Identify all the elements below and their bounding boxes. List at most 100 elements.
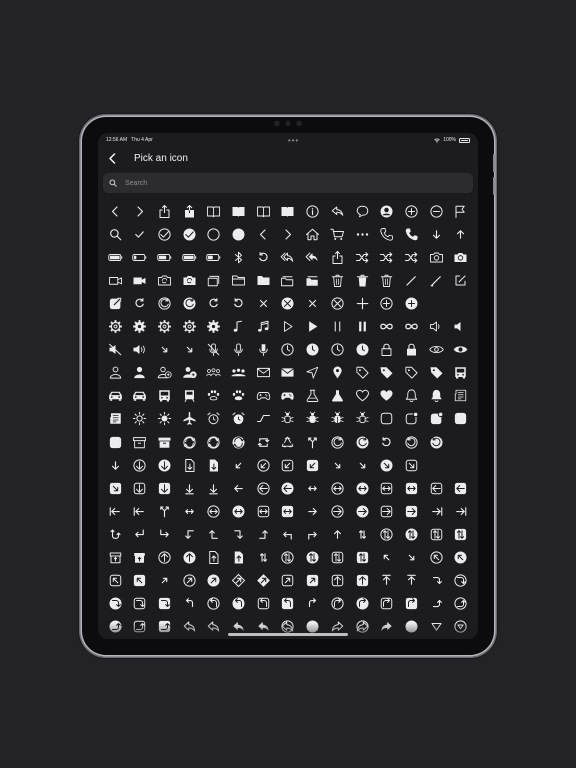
pencil-square-filled-icon[interactable] bbox=[106, 294, 124, 312]
book-filled-icon[interactable] bbox=[230, 202, 248, 220]
arrow-up-square-icon[interactable] bbox=[328, 572, 346, 590]
arrowshape-turn-up-right-filled-icon[interactable] bbox=[378, 618, 396, 636]
lock-filled-icon[interactable] bbox=[402, 341, 420, 359]
arrow-2-circlepath-icon[interactable] bbox=[180, 433, 198, 451]
ant-filled-icon[interactable] bbox=[304, 410, 322, 428]
camera-icon[interactable] bbox=[427, 248, 445, 266]
envelope-filled-icon[interactable] bbox=[279, 364, 297, 382]
arrow-merge-icon[interactable] bbox=[155, 502, 173, 520]
video-icon[interactable] bbox=[106, 271, 124, 289]
arrow-uturn-right-square-icon[interactable] bbox=[378, 595, 396, 613]
arrow-down-right-square-icon[interactable] bbox=[402, 456, 420, 474]
arrow-up-icon[interactable] bbox=[328, 525, 346, 543]
arrowshape-turn-up-left-icon[interactable] bbox=[180, 618, 198, 636]
battery-50-icon[interactable] bbox=[205, 248, 223, 266]
car-icon[interactable] bbox=[106, 387, 124, 405]
gear-filled-icon[interactable] bbox=[131, 318, 149, 336]
arrow-up-down-circle-filled-icon[interactable] bbox=[304, 549, 322, 567]
battery-100-filled-icon[interactable] bbox=[180, 248, 198, 266]
infinity-icon[interactable] bbox=[402, 318, 420, 336]
pencil-line-icon[interactable] bbox=[427, 271, 445, 289]
arrow-up-square-filled-icon[interactable] bbox=[353, 572, 371, 590]
speaker-wave-icon[interactable] bbox=[131, 341, 149, 359]
bus-filled-icon[interactable] bbox=[155, 387, 173, 405]
arrow-uturn-right-circle-icon[interactable] bbox=[328, 595, 346, 613]
arrow-uturn-up-circle-icon[interactable] bbox=[452, 595, 470, 613]
person-3-icon[interactable] bbox=[205, 364, 223, 382]
arrow-clockwise-icon[interactable] bbox=[205, 294, 223, 312]
mic-icon[interactable] bbox=[230, 341, 248, 359]
arrowshape-turn-up-right-circle-filled-icon[interactable] bbox=[402, 618, 420, 636]
arrow-uturn-left-circle-filled-icon[interactable] bbox=[230, 595, 248, 613]
pause-icon[interactable] bbox=[328, 318, 346, 336]
back-button[interactable] bbox=[104, 150, 120, 166]
trash-icon[interactable] bbox=[328, 271, 346, 289]
newspaper-filled-icon[interactable] bbox=[106, 410, 124, 428]
arrow-clockwise-circle-filled-icon[interactable] bbox=[180, 294, 198, 312]
square-stack-icon[interactable] bbox=[205, 271, 223, 289]
arrow-up-arrow-down-square-icon[interactable] bbox=[427, 525, 445, 543]
shuffle-icon[interactable] bbox=[402, 248, 420, 266]
arrow-2-circlepath-circle-filled-icon[interactable] bbox=[230, 433, 248, 451]
camera-rotate-filled-icon[interactable] bbox=[180, 271, 198, 289]
arrow-up-arrow-down-square-filled-icon[interactable] bbox=[452, 525, 470, 543]
book-icon[interactable] bbox=[205, 202, 223, 220]
arrow-turn-down-right-icon[interactable] bbox=[155, 525, 173, 543]
recycle-icon[interactable] bbox=[279, 433, 297, 451]
app-badge-icon[interactable] bbox=[402, 410, 420, 428]
archive-icon[interactable] bbox=[131, 433, 149, 451]
infinity-icon[interactable] bbox=[378, 318, 396, 336]
arrow-down-circle-icon[interactable] bbox=[131, 456, 149, 474]
arrow-uturn-right-icon[interactable] bbox=[304, 595, 322, 613]
arrow-up-to-line-alt-icon[interactable] bbox=[402, 572, 420, 590]
arrow-up-bin-filled-icon[interactable] bbox=[131, 549, 149, 567]
gearshape-2-icon[interactable] bbox=[180, 318, 198, 336]
arrow-up-left-circle-icon[interactable] bbox=[427, 549, 445, 567]
arrow-up-down-circle-icon[interactable] bbox=[279, 549, 297, 567]
arrow-down-to-line-alt-icon[interactable] bbox=[205, 479, 223, 497]
arrow-left-right-square-icon[interactable] bbox=[378, 479, 396, 497]
circle-filled-icon[interactable] bbox=[230, 225, 248, 243]
arrow-counterclockwise-icon[interactable] bbox=[378, 433, 396, 451]
mic-filled-icon[interactable] bbox=[254, 341, 272, 359]
waveform-icon[interactable] bbox=[254, 410, 272, 428]
checkmark-circle-filled-icon[interactable] bbox=[180, 225, 198, 243]
paw-filled-icon[interactable] bbox=[230, 387, 248, 405]
arrow-left-circle-filled-icon[interactable] bbox=[279, 479, 297, 497]
arrow-up-down-square-icon[interactable] bbox=[328, 549, 346, 567]
arrow-turn-left-down-icon[interactable] bbox=[180, 525, 198, 543]
person-badge-plus-filled-icon[interactable] bbox=[180, 364, 198, 382]
plus-circle-icon[interactable] bbox=[378, 294, 396, 312]
camera-rotate-icon[interactable] bbox=[155, 271, 173, 289]
chevron-right-icon[interactable] bbox=[279, 225, 297, 243]
envelope-icon[interactable] bbox=[254, 364, 272, 382]
arrow-down-square-filled-icon[interactable] bbox=[155, 479, 173, 497]
arrow-counterclockwise-circle-filled-icon[interactable] bbox=[427, 433, 445, 451]
arrow-up-right-square-icon[interactable] bbox=[279, 572, 297, 590]
share-icon[interactable] bbox=[155, 202, 173, 220]
arrow-down-right-icon[interactable] bbox=[328, 456, 346, 474]
shuffle-icon[interactable] bbox=[378, 248, 396, 266]
arrow-left-square-icon[interactable] bbox=[427, 479, 445, 497]
arrow-uturn-right-circle-filled-icon[interactable] bbox=[353, 595, 371, 613]
arrow-right-arrow-left-circle-filled-icon[interactable] bbox=[230, 502, 248, 520]
paw-icon[interactable] bbox=[205, 387, 223, 405]
pause-filled-icon[interactable] bbox=[353, 318, 371, 336]
flask-filled-icon[interactable] bbox=[328, 387, 346, 405]
arrow-uturn-left-circle-icon[interactable] bbox=[205, 595, 223, 613]
arrow-up-left-icon[interactable] bbox=[378, 549, 396, 567]
arrow-2-squarepath-icon[interactable] bbox=[254, 433, 272, 451]
speaker-filled-icon[interactable] bbox=[452, 318, 470, 336]
arrow-down-right-arrow-up-left-icon[interactable] bbox=[353, 456, 371, 474]
arrow-uturn-left-square-filled-icon[interactable] bbox=[279, 595, 297, 613]
chevron-right-icon[interactable] bbox=[131, 202, 149, 220]
arrow-turn-down-left-icon[interactable] bbox=[131, 525, 149, 543]
arrow-up-down-icon[interactable] bbox=[254, 549, 272, 567]
pencil-icon[interactable] bbox=[402, 271, 420, 289]
xmark-icon[interactable] bbox=[304, 294, 322, 312]
arrow-right-to-line-icon[interactable] bbox=[427, 502, 445, 520]
volume-button[interactable] bbox=[493, 177, 495, 195]
arrow-left-square-filled-icon[interactable] bbox=[452, 479, 470, 497]
music-note-icon[interactable] bbox=[230, 318, 248, 336]
speaker-icon[interactable] bbox=[427, 318, 445, 336]
